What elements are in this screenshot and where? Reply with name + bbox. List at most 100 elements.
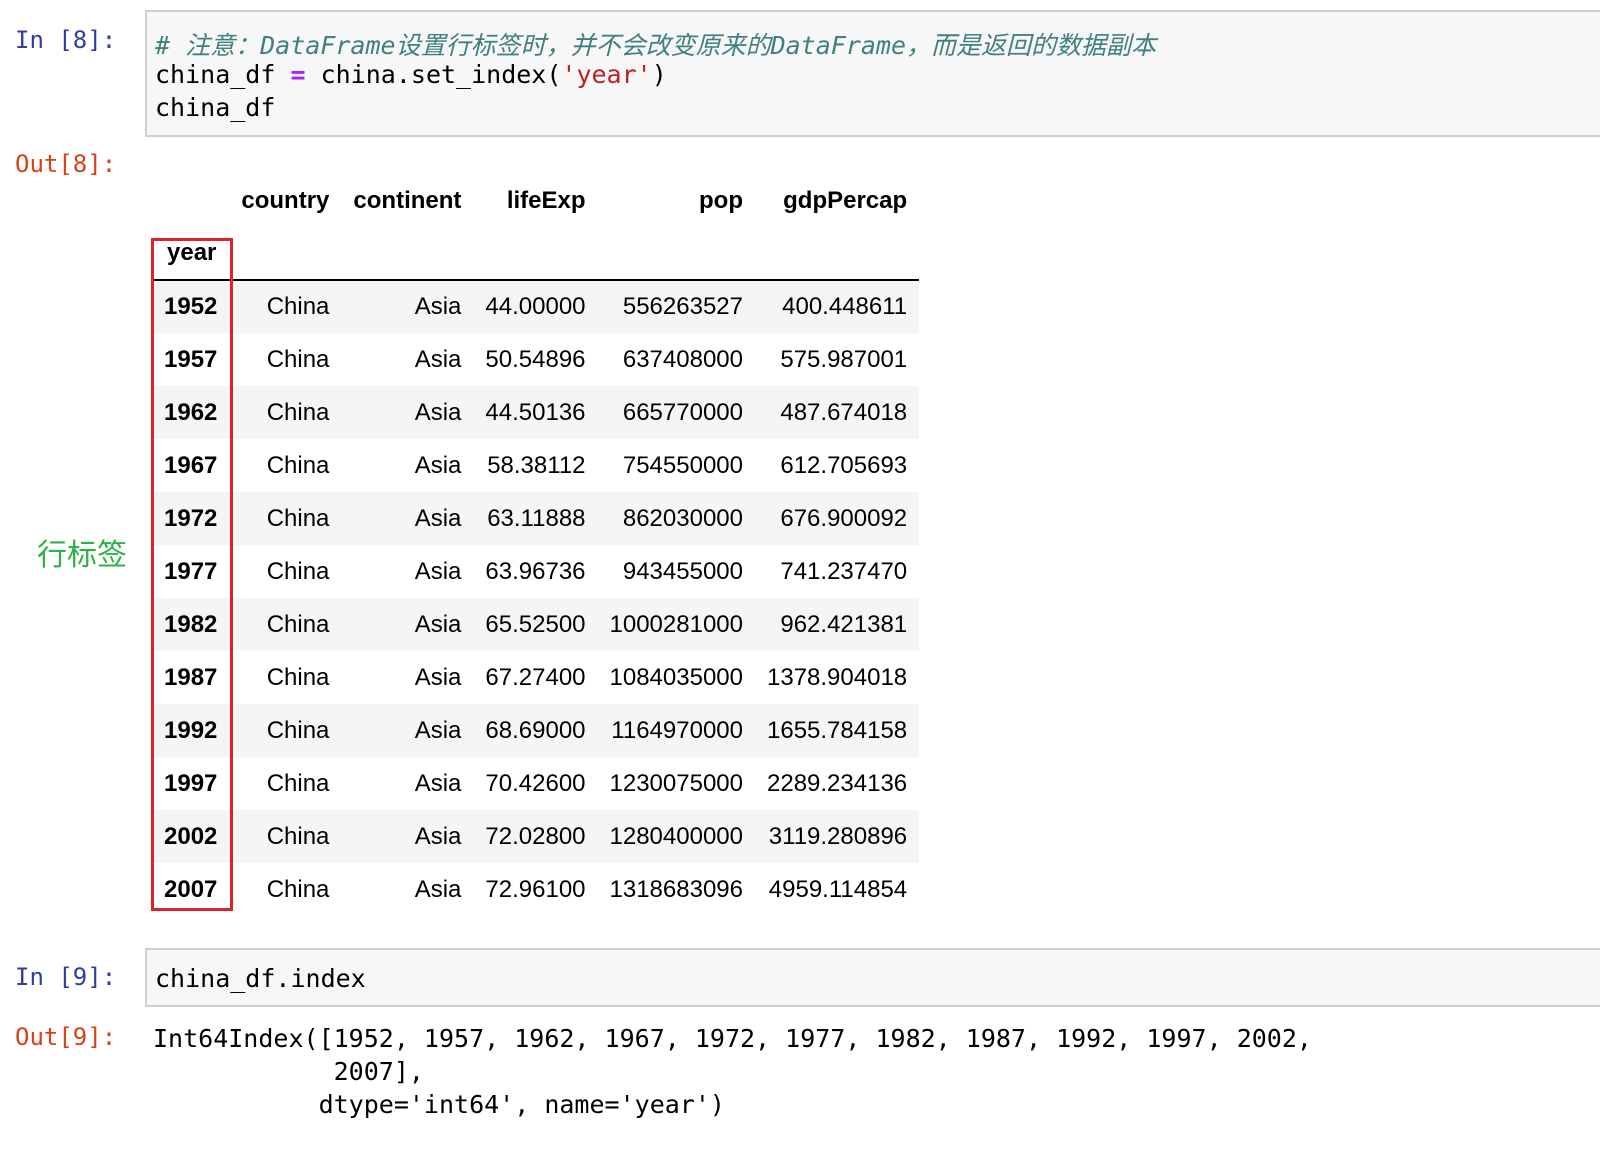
empty-header-cell: [597, 227, 755, 281]
cell9-output-prompt: Out[9]:: [15, 1023, 117, 1051]
cell-country: China: [266, 716, 330, 744]
cell-country: China: [266, 293, 330, 320]
cell-pop: 1084035000: [609, 663, 743, 691]
cell-pop: 556263527: [622, 293, 743, 320]
cell8-output-prompt: Out[8]:: [15, 150, 117, 178]
cell-continent: Asia: [414, 769, 462, 797]
column-header: continent: [353, 187, 462, 214]
table-row: 1967 China Asia 58.38112 754550000 612.705693: [153, 439, 919, 492]
cell-country: China: [266, 504, 330, 532]
cell-country: China: [266, 875, 330, 903]
cell-lifeexp: 70.42600: [485, 769, 586, 797]
empty-header-cell: [755, 227, 920, 281]
cell-pop: 943455000: [622, 557, 743, 585]
cell-pop: 1164970000: [611, 716, 743, 744]
cell-continent: Asia: [414, 716, 462, 744]
table-row: 1987 China Asia 67.27400 1084035000 1378.9040…: [153, 651, 919, 704]
cell-country: China: [266, 769, 330, 797]
cell-gdppercap: 612.705693: [780, 451, 908, 479]
cell-pop: 1318683096: [609, 875, 743, 903]
cell-continent: Asia: [414, 875, 462, 903]
index-output-line: Int64Index([1952, 1957, 1962, 1967, 1972…: [153, 1024, 1312, 1053]
cell-continent: Asia: [414, 293, 462, 320]
cell-lifeexp: 50.54896: [485, 345, 586, 373]
cell-lifeexp: 44.00000: [485, 293, 586, 320]
empty-header-cell: [473, 227, 598, 281]
code-token: china.set_index(: [305, 60, 562, 89]
cell-country: China: [266, 557, 330, 585]
cell-gdppercap: 2289.234136: [767, 769, 908, 797]
column-header: lifeExp: [506, 187, 586, 214]
index-output-line: dtype='int64', name='year'): [153, 1090, 725, 1119]
cell9-input-prompt: In [9]:: [15, 963, 117, 991]
cell-gdppercap: 741.237470: [780, 557, 908, 585]
cell8-code-editor[interactable]: # 注意：DataFrame设置行标签时，并不会改变原来的DataFrame，而…: [145, 10, 1600, 137]
cell-lifeexp: 72.02800: [485, 822, 586, 850]
table-row: 1952 China Asia 44.00000 556263527 400.448611: [153, 280, 920, 333]
empty-header-cell: [229, 227, 342, 281]
table-row: 1997 China Asia 70.42600 1230075000 2289.2341…: [153, 757, 919, 810]
row-label-highlight-box: [151, 238, 233, 911]
cell-gdppercap: 676.900092: [780, 504, 908, 532]
cell-country: China: [266, 345, 330, 373]
cell-pop: 862030000: [622, 504, 743, 532]
cell-continent: Asia: [414, 822, 462, 850]
index-header-corner: [153, 175, 229, 227]
table-row: 1992 China Asia 68.69000 1164970000 1655.7841…: [153, 704, 920, 757]
cell-pop: 1000281000: [609, 610, 743, 638]
cell-pop: 637408000: [622, 345, 743, 373]
index-name-row: year: [153, 227, 920, 281]
cell-country: China: [266, 822, 330, 850]
cell9-code-editor[interactable]: china_df.index: [145, 948, 1600, 1007]
cell-country: China: [266, 451, 330, 479]
cell8-input-prompt: In [8]:: [15, 26, 117, 54]
cell-lifeexp: 63.11888: [487, 504, 586, 532]
code-operator: =: [290, 60, 306, 89]
cell-lifeexp: 72.96100: [485, 875, 586, 903]
cell-gdppercap: 487.674018: [780, 398, 908, 426]
cell-continent: Asia: [414, 398, 462, 426]
column-header: country: [241, 187, 330, 214]
cell-continent: Asia: [414, 663, 462, 691]
table-row: 1962 China Asia 44.50136 665770000 487.674018: [153, 386, 920, 439]
column-header: gdpPercap: [783, 187, 908, 214]
cell-pop: 1280400000: [609, 822, 743, 850]
table-row: 1957 China Asia 50.54896 637408000 575.987001: [153, 333, 919, 386]
cell-lifeexp: 68.69000: [485, 716, 586, 744]
column-header: pop: [699, 187, 743, 214]
cell-lifeexp: 67.27400: [485, 663, 586, 691]
cell-continent: Asia: [414, 451, 462, 479]
cell-lifeexp: 44.50136: [485, 398, 586, 426]
cell-lifeexp: 63.96736: [485, 557, 586, 585]
table-row: 1972 China Asia 63.11888 862030000 676.900092: [153, 492, 920, 545]
cell-country: China: [266, 663, 330, 691]
code-string: 'year': [561, 60, 652, 89]
cell-gdppercap: 3119.280896: [768, 822, 908, 850]
cell-pop: 665770000: [622, 398, 743, 426]
code-comment: # 注意：DataFrame设置行标签时，并不会改变原来的DataFrame，而…: [155, 31, 1157, 60]
cell-continent: Asia: [414, 557, 462, 585]
cell-gdppercap: 4959.114854: [768, 875, 908, 903]
code-line-output-var: china_df: [155, 93, 276, 122]
cell-pop: 1230075000: [609, 769, 743, 797]
cell-gdppercap: 400.448611: [782, 293, 908, 320]
cell-country: China: [266, 610, 330, 638]
column-header-row: country continent lifeExp pop gdpPercap: [153, 175, 919, 227]
dataframe-table: country continent lifeExp pop gdpPercap …: [153, 175, 920, 916]
table-row: 1977 China Asia 63.96736 943455000 741.237470: [153, 545, 919, 598]
table-row: 2002 China Asia 72.02800 1280400000 3119.2808…: [153, 810, 920, 863]
cell-country: China: [266, 398, 330, 426]
table-row: 1982 China Asia 65.52500 1000281000 962.42138…: [153, 598, 920, 651]
code-token: china_df: [155, 60, 291, 89]
code-line-index: china_df.index: [155, 964, 366, 993]
index-output-line: 2007],: [153, 1057, 424, 1086]
cell-continent: Asia: [414, 345, 462, 373]
cell-gdppercap: 962.421381: [780, 610, 908, 638]
cell-gdppercap: 1655.784158: [767, 716, 908, 744]
cell-gdppercap: 575.987001: [780, 345, 908, 373]
row-label-annotation: 行标签: [37, 538, 127, 573]
cell-continent: Asia: [414, 504, 462, 532]
table-body: 1952 China Asia 44.00000 556263527 400.448611…: [153, 280, 920, 916]
cell-lifeexp: 65.52500: [485, 610, 586, 638]
code-line-set-index: china_df = china.set_index('year'): [155, 60, 667, 89]
